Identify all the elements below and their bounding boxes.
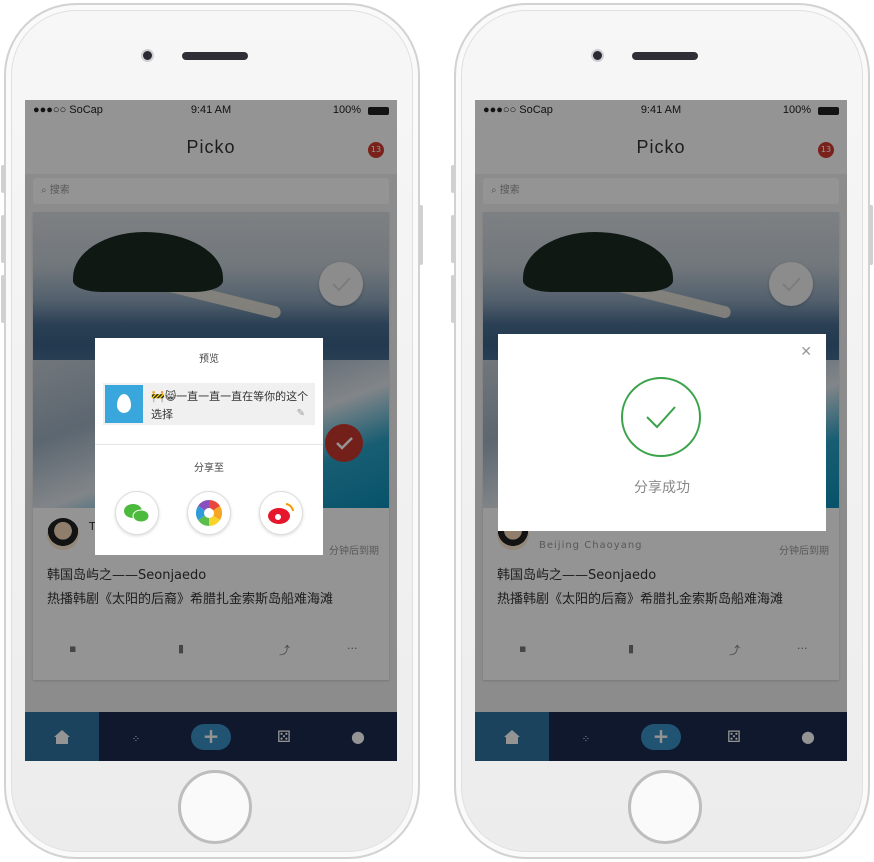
success-message: 分享成功	[634, 480, 690, 496]
moments-icon[interactable]	[187, 491, 231, 535]
share-preview: 🚧😸一直一直一直在等你的这个选择 ✎	[103, 383, 315, 425]
home-button[interactable]	[628, 770, 702, 844]
divider	[95, 444, 323, 445]
home-button[interactable]	[178, 770, 252, 844]
wechat-icon[interactable]	[115, 491, 159, 535]
close-icon[interactable]: ✕	[800, 344, 812, 360]
preview-thumbnail	[105, 385, 143, 423]
front-camera	[141, 49, 154, 62]
share-to-label: 分享至	[194, 463, 224, 474]
earpiece-speaker	[632, 52, 698, 60]
success-dialog: ✕ 分享成功	[498, 334, 826, 531]
screen-left: ●●●○○ SoCap 9:41 AM 100% Picko 13 ⌕ 搜索 T…	[25, 100, 397, 761]
success-check-icon	[621, 377, 701, 457]
share-dialog: 预览 🚧😸一直一直一直在等你的这个选择 ✎ 分享至	[95, 338, 323, 555]
weibo-icon[interactable]	[259, 491, 303, 535]
screen-right: ●●●○○ SoCap 9:41 AM 100% Picko 13 ⌕ 搜索 B…	[475, 100, 847, 761]
edit-icon[interactable]: ✎	[297, 408, 305, 419]
front-camera	[591, 49, 604, 62]
preview-text: 🚧😸一直一直一直在等你的这个选择	[151, 390, 309, 421]
earpiece-speaker	[182, 52, 248, 60]
preview-title: 预览	[199, 354, 219, 365]
